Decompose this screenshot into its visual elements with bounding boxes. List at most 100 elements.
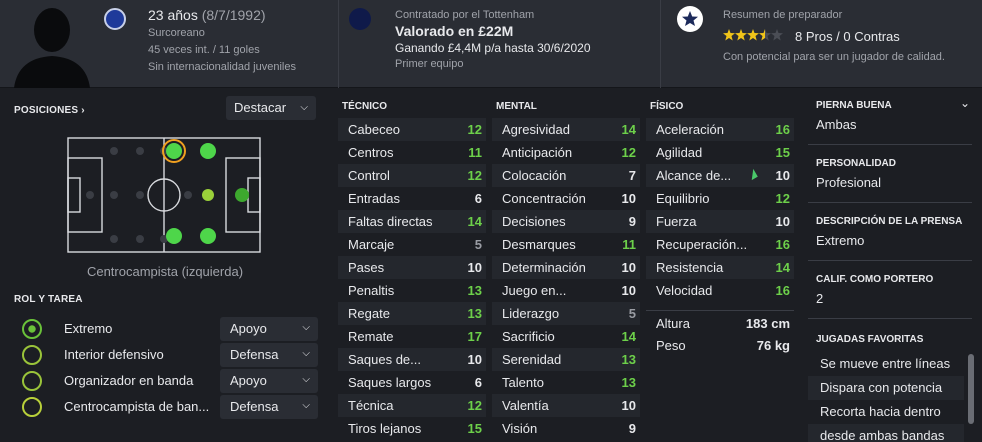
- roles-title: ROL Y TAREA: [14, 294, 83, 305]
- star-rating-icon: [723, 29, 783, 41]
- attribute-value: 12: [467, 122, 482, 137]
- attribute-row: Saques de... 10: [338, 348, 486, 371]
- role-row[interactable]: Organizador en banda Apoyo ⌵: [14, 369, 320, 393]
- attribute-value: 11: [468, 145, 482, 160]
- attribute-row: Valentía 10: [492, 394, 640, 417]
- attribute-row: Penaltis 13: [338, 279, 486, 302]
- chevron-down-icon: ⌵: [302, 348, 310, 359]
- attribute-row: Agilidad 15: [646, 141, 794, 164]
- star-badge-icon: [677, 6, 703, 32]
- attribute-name: Talento: [502, 375, 544, 390]
- duty-dropdown[interactable]: Apoyo ⌵: [220, 317, 318, 341]
- attribute-value: 7: [628, 168, 636, 183]
- coach-report-section[interactable]: Resumen de preparador 8 Pros / 0 Contras…: [660, 0, 982, 88]
- gk-rating: 2: [816, 291, 824, 306]
- attribute-row: Pases 10: [338, 256, 486, 279]
- attribute-name: Recuperación...: [656, 237, 748, 252]
- attribute-value: 15: [775, 145, 790, 160]
- chevron-down-icon[interactable]: ⌄: [960, 96, 970, 110]
- attribute-value: 9: [628, 214, 636, 229]
- attribute-name: Remate: [348, 329, 394, 344]
- attribute-name: Juego en...: [502, 283, 567, 298]
- position-name: Centrocampista (izquierda): [86, 264, 244, 279]
- club-crest-icon: [349, 8, 371, 30]
- duty-dropdown[interactable]: Defensa ⌵: [220, 395, 318, 419]
- attribute-row: Decisiones 9: [492, 210, 640, 233]
- role-row[interactable]: Extremo Apoyo ⌵: [14, 317, 320, 341]
- attribute-name: Agresividad: [502, 122, 570, 137]
- attribute-name: Anticipación: [502, 145, 573, 160]
- player-trait: desde ambas bandas: [808, 424, 964, 442]
- attribute-value: 16: [775, 122, 790, 137]
- role-row[interactable]: Interior defensivo Defensa ⌵: [14, 343, 320, 367]
- attribute-value: 10: [621, 191, 636, 206]
- chevron-down-icon: ⌵: [302, 374, 310, 385]
- attribute-row: Fuerza 10: [646, 210, 794, 233]
- attribute-value: 6: [474, 375, 482, 390]
- wage: Ganando £4,4M p/a hasta 30/6/2020: [395, 41, 591, 55]
- divider: [808, 202, 972, 203]
- attribute-value: 5: [474, 237, 482, 252]
- attribute-name: Velocidad: [656, 283, 713, 298]
- attribute-row: Serenidad 13: [492, 348, 640, 371]
- attribute-name: Cabeceo: [348, 122, 401, 137]
- attribute-name: Liderazgo: [502, 306, 560, 321]
- attribute-value: 14: [775, 260, 790, 275]
- attribute-name: Faltas directas: [348, 214, 433, 229]
- player-trait: Se mueve entre líneas: [820, 356, 951, 371]
- attribute-value: 5: [628, 306, 636, 321]
- attribute-row: Regate 13: [338, 302, 486, 325]
- attribute-value: 10: [467, 352, 482, 367]
- attribute-name: Penaltis: [348, 283, 395, 298]
- attribute-row: Recuperación... 16: [646, 233, 794, 256]
- attribute-name: Saques de...: [348, 352, 421, 367]
- attribute-name: Tiros lejanos: [348, 421, 422, 436]
- attribute-row: Entradas 6: [338, 187, 486, 210]
- positions-link[interactable]: POSICIONES ›: [14, 105, 85, 116]
- attribute-value: 15: [467, 421, 482, 436]
- traits-scrollbar[interactable]: [968, 354, 974, 424]
- contract-section: Contratado por el Tottenham Valorado en …: [338, 0, 648, 88]
- attribute-name: Pases: [348, 260, 385, 275]
- attribute-row: Agresividad 14: [492, 118, 640, 141]
- attribute-name: Resistencia: [656, 260, 724, 275]
- attribute-row: Centros 11: [338, 141, 486, 164]
- role-row[interactable]: Centrocampista de ban... Defensa ⌵: [14, 395, 320, 419]
- preferred-foot-title: PIERNA BUENA: [816, 100, 892, 111]
- attribute-value: 12: [621, 145, 636, 160]
- height-row: Altura 183 cm: [656, 316, 790, 331]
- attribute-value: 12: [467, 168, 482, 183]
- attribute-value: 13: [467, 306, 482, 321]
- attribute-value: 16: [775, 237, 790, 252]
- press-description: Extremo: [816, 233, 865, 248]
- divider: [808, 260, 972, 261]
- national-team-crest-icon: [104, 8, 126, 30]
- duty-dropdown[interactable]: Apoyo ⌵: [220, 369, 318, 393]
- attribute-row: Cabeceo 12: [338, 118, 486, 141]
- attribute-row: Velocidad 16: [646, 279, 794, 302]
- player-trait: Dispara con potencia: [808, 376, 964, 400]
- caps-goals: 45 veces int. / 11 goles: [148, 44, 260, 56]
- attribute-value: 17: [467, 329, 482, 344]
- squad-status: Primer equipo: [395, 58, 464, 70]
- attribute-value: 6: [474, 191, 482, 206]
- attribute-value: 13: [621, 375, 636, 390]
- attribute-row: Resistencia 14: [646, 256, 794, 279]
- duty-dropdown[interactable]: Defensa ⌵: [220, 343, 318, 367]
- attribute-value: 10: [775, 168, 790, 183]
- player-header: 23 años (8/7/1992) Surcoreano 45 veces i…: [0, 0, 982, 88]
- attribute-value: 10: [775, 214, 790, 229]
- attribute-name: Decisiones: [502, 214, 566, 229]
- attribute-row: Anticipación 12: [492, 141, 640, 164]
- role-suitability-icon: [22, 371, 42, 391]
- attribute-value: 12: [775, 191, 790, 206]
- chevron-down-icon: ⌵: [302, 322, 310, 333]
- attribute-value: 11: [622, 237, 636, 252]
- coach-note: Con potencial para ser un jugador de cal…: [723, 51, 945, 63]
- age: 23 años: [148, 7, 198, 23]
- attribute-row: Juego en... 10: [492, 279, 640, 302]
- pros-cons: 8 Pros / 0 Contras: [795, 29, 900, 44]
- attribute-name: Saques largos: [348, 375, 432, 390]
- attribute-row: Visión 9: [492, 417, 640, 440]
- highlight-dropdown[interactable]: Destacar ⌵: [226, 96, 316, 120]
